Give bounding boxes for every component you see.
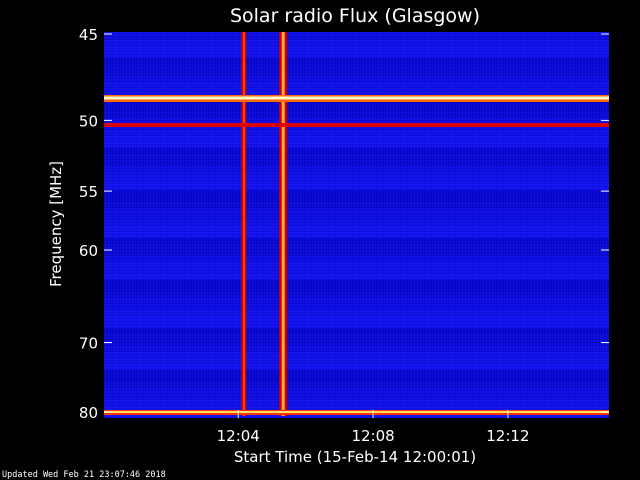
- footer-updated: Updated Wed Feb 21 23:07:46 2018: [2, 470, 166, 480]
- x-tick-label: 12:12: [486, 427, 529, 445]
- y-tick-label: 70: [79, 335, 98, 353]
- y-tick-label: 45: [79, 26, 98, 44]
- burst-core: [242, 32, 245, 416]
- interference-band-core: [104, 411, 609, 413]
- x-axis-label: Start Time (15-Feb-14 12:00:01): [234, 448, 476, 466]
- x-tick-label: 12:08: [351, 427, 394, 445]
- texture-vstripes: [104, 32, 609, 418]
- y-tick-label: 50: [79, 112, 98, 130]
- burst-core: [281, 32, 285, 416]
- chart-title: Solar radio Flux (Glasgow): [230, 5, 480, 27]
- interference-band: [104, 123, 609, 128]
- y-tick-label: 55: [79, 183, 98, 201]
- plot-area: [104, 32, 609, 418]
- x-tick-label: 12:04: [217, 427, 260, 445]
- y-tick-label: 80: [79, 404, 98, 422]
- y-tick-label: 60: [79, 242, 98, 260]
- spectrogram-chart: Solar radio Flux (Glasgow) 455055607080 …: [2, 5, 609, 480]
- interference-band-core: [104, 96, 609, 100]
- y-axis-label: Frequency [MHz]: [47, 161, 65, 287]
